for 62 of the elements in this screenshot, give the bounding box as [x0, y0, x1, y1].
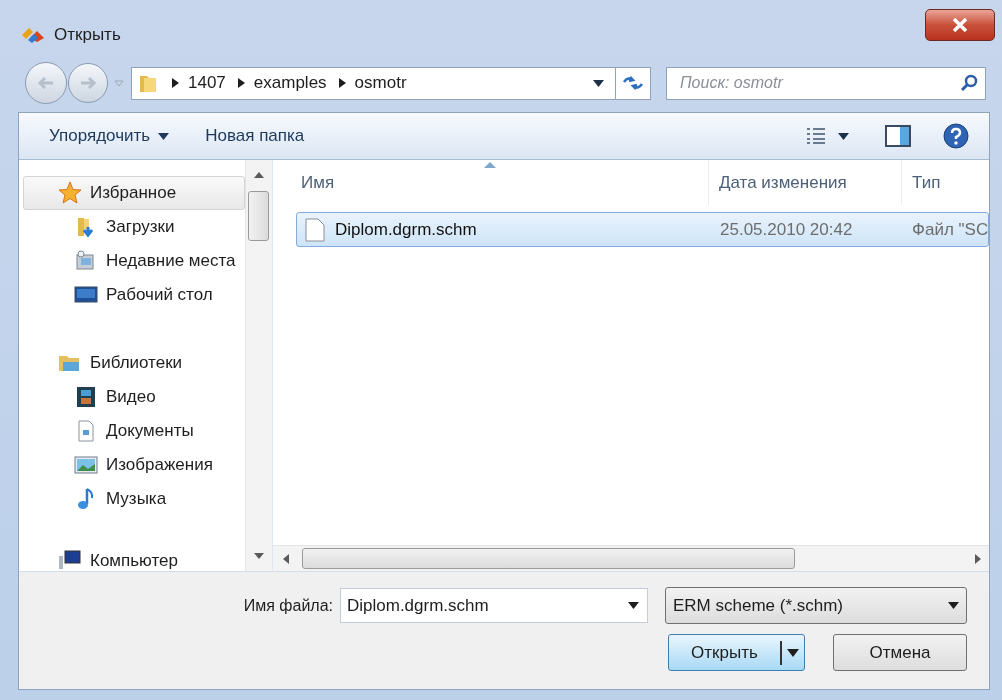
column-header[interactable]: Дата изменения: [719, 169, 847, 196]
file-name-label: Имя файла:: [242, 595, 333, 616]
nav-item[interactable]: Видео: [23, 380, 245, 414]
scrollbar-thumb[interactable]: [302, 548, 795, 569]
details-view-icon: [806, 127, 826, 145]
file-type-dropdown[interactable]: ERM scheme (*.schm): [665, 587, 967, 624]
file-icon: [305, 217, 325, 242]
forward-arrow-icon: [79, 76, 97, 90]
dropdown-caret-icon[interactable]: [628, 602, 639, 609]
breadcrumb[interactable]: 1407: [188, 70, 226, 96]
breadcrumb[interactable]: examples: [253, 70, 327, 96]
computer-icon: [58, 548, 82, 571]
breadcrumb[interactable]: osmotr: [354, 70, 407, 96]
nav-item[interactable]: Загрузки: [23, 210, 245, 244]
file-type: Файл "SC: [911, 218, 988, 241]
help-icon: [943, 123, 969, 149]
dropdown-caret-icon[interactable]: [593, 79, 604, 87]
chevron-icon[interactable]: [237, 78, 245, 88]
nav-item[interactable]: Библиотеки: [23, 346, 245, 380]
app-icon: [20, 25, 46, 44]
nav-item[interactable]: Недавние места: [23, 244, 245, 278]
file-name: Diplom.dgrm.schm: [335, 218, 477, 241]
column-header[interactable]: Тип: [912, 169, 941, 196]
nav-item[interactable]: Избранное: [23, 176, 245, 210]
caret-icon: [838, 132, 849, 140]
organize-button[interactable]: Упорядочить: [35, 119, 184, 153]
address-bar[interactable]: 1407 examples osmotr: [131, 66, 651, 100]
caret-icon: [787, 648, 799, 657]
close-button[interactable]: [925, 9, 995, 41]
file-row[interactable]: Diplom.dgrm.schm 25.05.2010 20:42 Файл "SC: [296, 212, 989, 247]
cancel-button[interactable]: Отмена: [833, 634, 967, 671]
preview-pane-icon: [885, 125, 911, 147]
new-folder-button[interactable]: Новая папка: [193, 119, 317, 153]
file-date: 25.05.2010 20:42: [719, 218, 854, 241]
open-button[interactable]: Открыть: [668, 634, 805, 671]
nav-item[interactable]: Рабочий стол: [23, 278, 245, 312]
chevron-icon[interactable]: [172, 78, 179, 88]
nav-item[interactable]: Музыка: [23, 482, 245, 516]
file-name-field[interactable]: Diplom.dgrm.schm: [340, 588, 648, 623]
scrollbar[interactable]: [245, 160, 272, 571]
search-field[interactable]: Поиск: osmotr: [666, 66, 986, 100]
scroll-up-icon: [254, 172, 264, 178]
refresh-icon: [622, 75, 644, 91]
caret-icon: [948, 602, 959, 609]
nav-item[interactable]: Изображения: [23, 448, 245, 482]
caret-icon: [158, 132, 170, 140]
close-icon: [952, 18, 968, 32]
horizontal-scrollbar[interactable]: [273, 545, 989, 571]
column-header[interactable]: Имя: [301, 169, 335, 196]
nav-item[interactable]: Компьютер: [23, 547, 245, 571]
scroll-right-icon: [975, 554, 981, 564]
search-icon: [960, 73, 978, 92]
window-title: Открыть: [54, 24, 121, 46]
scroll-down-icon: [254, 553, 264, 559]
back-arrow-icon: [37, 76, 55, 90]
film-icon: [74, 385, 98, 409]
image-icon: [74, 453, 98, 477]
nav-item[interactable]: Документы: [23, 414, 245, 448]
star-icon: [58, 181, 82, 205]
scroll-left-icon: [283, 554, 289, 564]
scrollbar-thumb[interactable]: [248, 191, 269, 241]
chevron-icon[interactable]: [338, 78, 346, 88]
